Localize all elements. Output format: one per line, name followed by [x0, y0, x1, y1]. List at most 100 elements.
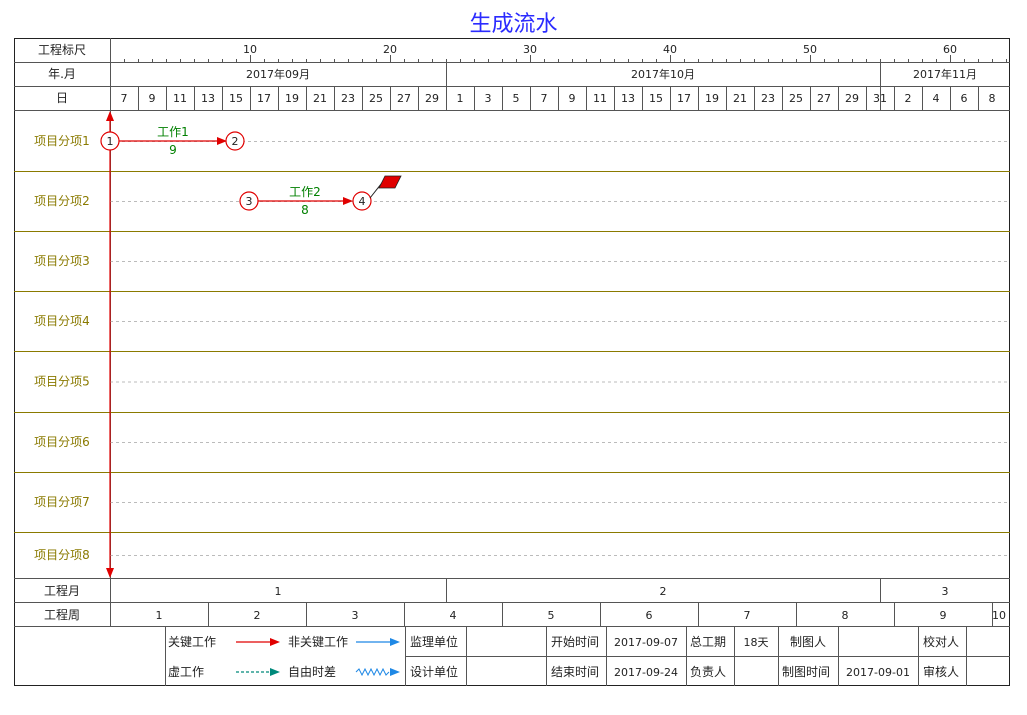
- work-2[interactable]: 工作2 8: [258, 185, 353, 217]
- total-duration-value: 18天: [744, 636, 769, 649]
- row-label: 项目分项2: [34, 194, 90, 208]
- drafter-label: 制图人: [790, 635, 826, 649]
- day-header: 7 9 11 13 15 17 19 21 23 25 27 29 1 3 5 7 9 11 13 15 17 19 21 2…: [121, 86, 996, 110]
- designer-label: 设计单位: [410, 664, 458, 679]
- supervisor-label: 监理单位: [410, 634, 458, 649]
- ruler-tick-label: 10: [243, 43, 257, 56]
- day-label: 27: [817, 92, 831, 105]
- project-week-cell: 3: [352, 609, 359, 622]
- row-label: 项目分项8: [34, 548, 90, 562]
- day-label: 21: [733, 92, 747, 105]
- day-label: 3: [485, 92, 492, 105]
- legend-critical: 关键工作: [168, 635, 216, 649]
- project-month-row: 1 2 3: [275, 578, 949, 602]
- day-label: 5: [513, 92, 520, 105]
- node-1[interactable]: 1: [100, 131, 120, 151]
- reviewer-label: 审核人: [923, 664, 959, 679]
- day-label: 11: [593, 92, 607, 105]
- day-label: 15: [229, 92, 243, 105]
- day-label: 日: [56, 91, 68, 105]
- draw-time-label: 制图时间: [782, 665, 830, 679]
- node-label: 1: [107, 135, 114, 148]
- project-week-cell: 8: [842, 609, 849, 622]
- day-label: 29: [845, 92, 859, 105]
- day-label: 17: [257, 92, 271, 105]
- day-label: 8: [989, 92, 996, 105]
- ruler-tick-label: 30: [523, 43, 537, 56]
- owner-label: 负责人: [690, 665, 726, 679]
- total-duration-label: 总工期: [690, 635, 726, 649]
- end-time-value: 2017-09-24: [614, 666, 678, 679]
- ruler-tick-label: 40: [663, 43, 677, 56]
- row-label: 项目分项4: [34, 314, 90, 328]
- project-month-label: 工程月: [44, 583, 80, 598]
- task-rows: 项目分项1 项目分项2 项目分项3 项目分项4 项目分项5 项目分项6 项目分项7 项目分项8: [14, 134, 1010, 562]
- day-label: 31: [873, 92, 887, 105]
- timeline-arrow-down-icon: [106, 568, 114, 578]
- project-week-cell: 1: [156, 609, 163, 622]
- day-label: 19: [285, 92, 299, 105]
- node-2[interactable]: 2: [225, 131, 245, 151]
- project-month-cell: 3: [942, 585, 949, 598]
- row-label: 项目分项3: [34, 254, 90, 268]
- row-label: 项目分项6: [34, 435, 90, 449]
- day-label: 27: [397, 92, 411, 105]
- work-duration: 8: [301, 203, 309, 217]
- day-label: 7: [541, 92, 548, 105]
- draw-time-value: 2017-09-01: [846, 666, 910, 679]
- legend-dummy-arrow-icon: [270, 668, 280, 676]
- project-week-cell: 2: [254, 609, 261, 622]
- legend-free-float-arrow-icon: [390, 668, 400, 676]
- project-week-cell: 9: [940, 609, 947, 622]
- node-4[interactable]: 4: [352, 191, 372, 211]
- legend-info-block: 关键工作 非关键工作 虚工作 自由时差 监理单位 设计单位 开始时间 2017-…: [165, 627, 1010, 686]
- day-label: 23: [341, 92, 355, 105]
- work-name: 工作2: [289, 185, 321, 199]
- day-label: 1: [457, 92, 464, 105]
- timeline-arrow-up-icon: [106, 111, 114, 121]
- start-time-value: 2017-09-07: [614, 636, 678, 649]
- project-week-label: 工程周: [44, 607, 80, 622]
- project-week-cell: 10: [992, 609, 1006, 622]
- arrow-icon: [343, 197, 353, 205]
- row-label: 项目分项7: [34, 495, 90, 509]
- row-label: 项目分项1: [34, 134, 90, 148]
- day-label: 23: [761, 92, 775, 105]
- work-duration: 9: [169, 143, 177, 157]
- day-label: 25: [369, 92, 383, 105]
- day-label: 13: [621, 92, 635, 105]
- legend-free-float-wave-icon: [355, 667, 390, 677]
- ruler-label: 工程标尺: [38, 42, 86, 57]
- day-label: 6: [961, 92, 968, 105]
- end-time-label: 结束时间: [551, 665, 599, 679]
- project-week-cell: 5: [548, 609, 555, 622]
- node-3[interactable]: 3: [239, 191, 259, 211]
- project-month-cell: 2: [660, 585, 667, 598]
- network-diagram: 工程标尺 年.月 日 10 20 30 40 50 60 2017年09月 2017年10月…: [14, 38, 1010, 686]
- project-month-cell: 1: [275, 585, 282, 598]
- work-1[interactable]: 工作1 9: [119, 125, 227, 157]
- legend-noncritical: 非关键工作: [288, 635, 348, 649]
- day-label: 15: [649, 92, 663, 105]
- day-label: 11: [173, 92, 187, 105]
- ruler-tick-label: 60: [943, 43, 957, 56]
- node-label: 3: [246, 195, 253, 208]
- day-label: 21: [313, 92, 327, 105]
- legend-dummy: 虚工作: [168, 665, 204, 679]
- day-label: 25: [789, 92, 803, 105]
- day-label: 9: [149, 92, 156, 105]
- month-label: 2017年10月: [631, 67, 695, 81]
- month-label: 2017年09月: [246, 67, 310, 81]
- legend-noncritical-arrow-icon: [390, 638, 400, 646]
- legend-free-float: 自由时差: [288, 665, 336, 679]
- project-week-cell: 7: [744, 609, 751, 622]
- work-name: 工作1: [157, 125, 189, 139]
- day-label: 17: [677, 92, 691, 105]
- node-label: 4: [359, 195, 366, 208]
- project-week-row: 1 2 3 4 5 6 7 8 9 10: [156, 602, 1006, 626]
- proofreader-label: 校对人: [923, 634, 959, 649]
- day-label: 29: [425, 92, 439, 105]
- ruler-tick-label: 50: [803, 43, 817, 56]
- day-label: 13: [201, 92, 215, 105]
- ruler-scale: 10 20 30 40 50 60: [124, 43, 1007, 62]
